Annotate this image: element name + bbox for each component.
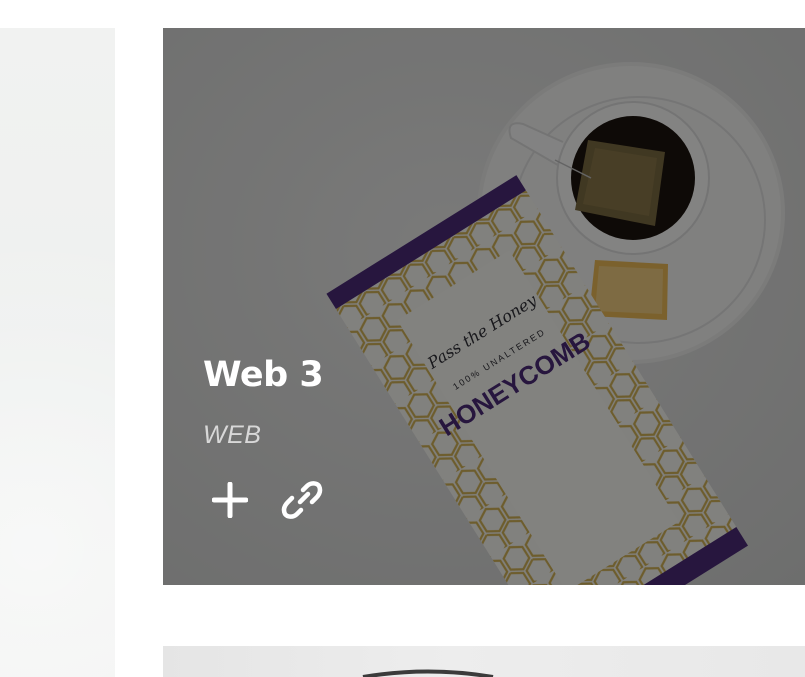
plus-icon (212, 482, 248, 518)
portfolio-card-left-partial[interactable] (0, 28, 115, 677)
portfolio-page: Pass the Honey 100% UNALTERED HONEYCOMB … (0, 0, 805, 677)
card-actions (209, 477, 323, 523)
expand-button[interactable] (209, 477, 251, 523)
card-title[interactable]: Web 3 (203, 358, 324, 393)
partial-image (362, 669, 494, 677)
card-category[interactable]: WEB (203, 423, 323, 448)
link-icon (281, 481, 323, 519)
portfolio-card-web-3[interactable]: Pass the Honey 100% UNALTERED HONEYCOMB … (163, 28, 805, 585)
open-link-button[interactable] (281, 477, 323, 523)
card-caption: Web 3 WEB (203, 358, 324, 448)
portfolio-card-next-partial[interactable] (163, 646, 805, 677)
